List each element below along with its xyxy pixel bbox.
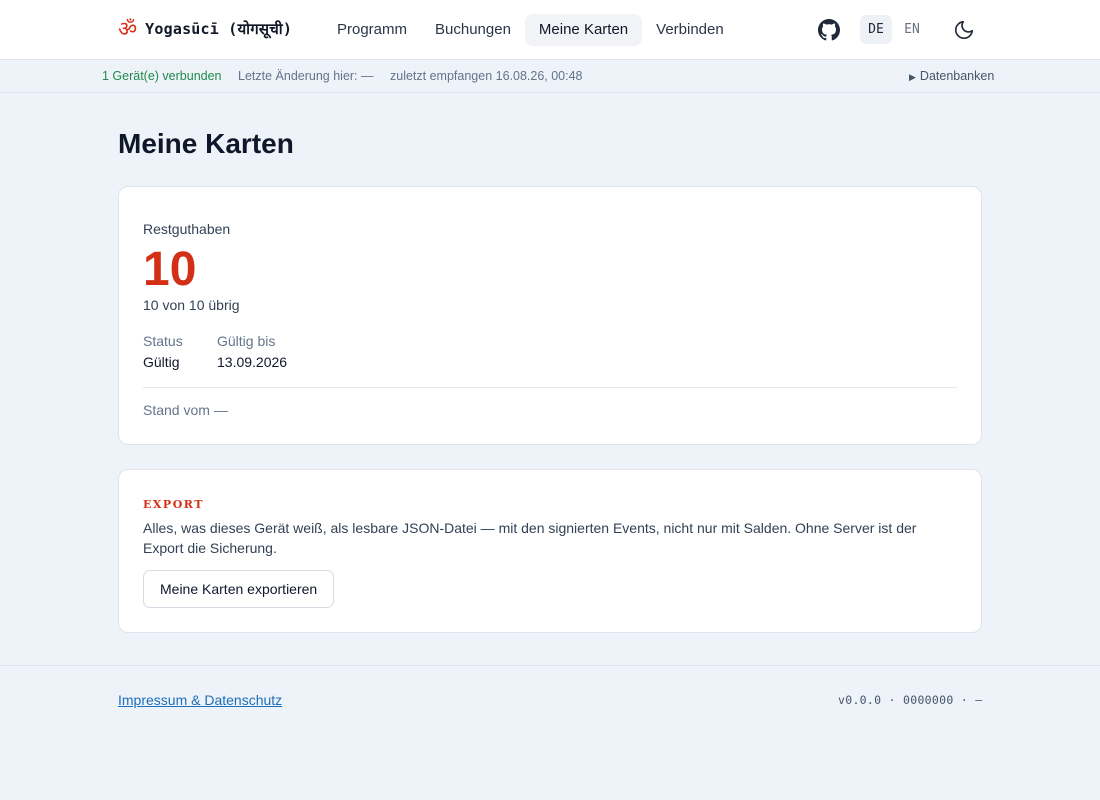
nav-item-buchungen[interactable]: Buchungen: [421, 14, 525, 46]
main-nav: Programm Buchungen Meine Karten Verbinde…: [323, 14, 738, 46]
databases-label: Datenbanken: [919, 69, 995, 83]
last-change-status: Letzte Änderung hier: —: [238, 69, 374, 83]
connected-devices-status: 1 Gerät(e) verbunden: [102, 69, 222, 83]
divider: [143, 387, 957, 388]
databases-toggle[interactable]: ▶ Datenbanken: [909, 69, 994, 83]
github-icon[interactable]: [818, 19, 840, 41]
triangle-right-icon: ▶: [909, 72, 916, 82]
imprint-privacy-link[interactable]: Impressum & Datenschutz: [118, 692, 282, 708]
page-title: Meine Karten: [118, 128, 294, 159]
balance-label: Restguthaben: [143, 221, 231, 237]
valid-until-label: Gültig bis: [217, 333, 276, 349]
nav-item-meine-karten[interactable]: Meine Karten: [524, 14, 643, 46]
nav-item-programm[interactable]: Programm: [323, 14, 421, 46]
card-balance: Restguthaben 10 10 von 10 übrig Status G…: [118, 186, 982, 445]
last-received-status: zuletzt empfangen 16.08.26, 00:48: [390, 69, 583, 83]
status-field: Status Gültig: [143, 333, 183, 370]
app-title: Yogasūcī (योगसूची): [145, 20, 293, 38]
status-label: Status: [143, 333, 183, 349]
top-header: ॐ Yogasūcī (योगसूची) Programm Buchungen …: [0, 0, 1100, 60]
export-heading: EXPORT: [143, 498, 204, 511]
version-info: v0.0.0 · 0000000 · —: [838, 693, 983, 707]
valid-until-field: Gültig bis 13.09.2026: [217, 333, 287, 370]
stand-timestamp: Stand vom —: [143, 402, 228, 418]
export-description: Alles, was dieses Gerät weiß, als lesbar…: [143, 520, 917, 556]
app-logo[interactable]: ॐ Yogasūcī (योगसूची): [118, 18, 292, 40]
moon-icon[interactable]: [953, 19, 975, 41]
footer-divider: [0, 665, 1100, 666]
nav-item-verbinden[interactable]: Verbinden: [642, 14, 738, 46]
balance-subtext: 10 von 10 übrig: [143, 297, 240, 313]
lang-en-button[interactable]: EN: [896, 15, 928, 44]
lang-de-button[interactable]: DE: [860, 15, 892, 44]
om-logo-icon: ॐ: [118, 17, 138, 41]
export-cards-button[interactable]: Meine Karten exportieren: [143, 570, 335, 608]
valid-until-value: 13.09.2026: [217, 354, 288, 370]
export-card: EXPORT Alles, was dieses Gerät weiß, als…: [118, 469, 982, 633]
sync-status-bar: 1 Gerät(e) verbunden Letzte Änderung hie…: [0, 60, 1100, 93]
balance-value: 10: [143, 243, 197, 296]
language-switcher: DE EN: [860, 15, 928, 44]
status-value: Gültig: [143, 354, 180, 370]
